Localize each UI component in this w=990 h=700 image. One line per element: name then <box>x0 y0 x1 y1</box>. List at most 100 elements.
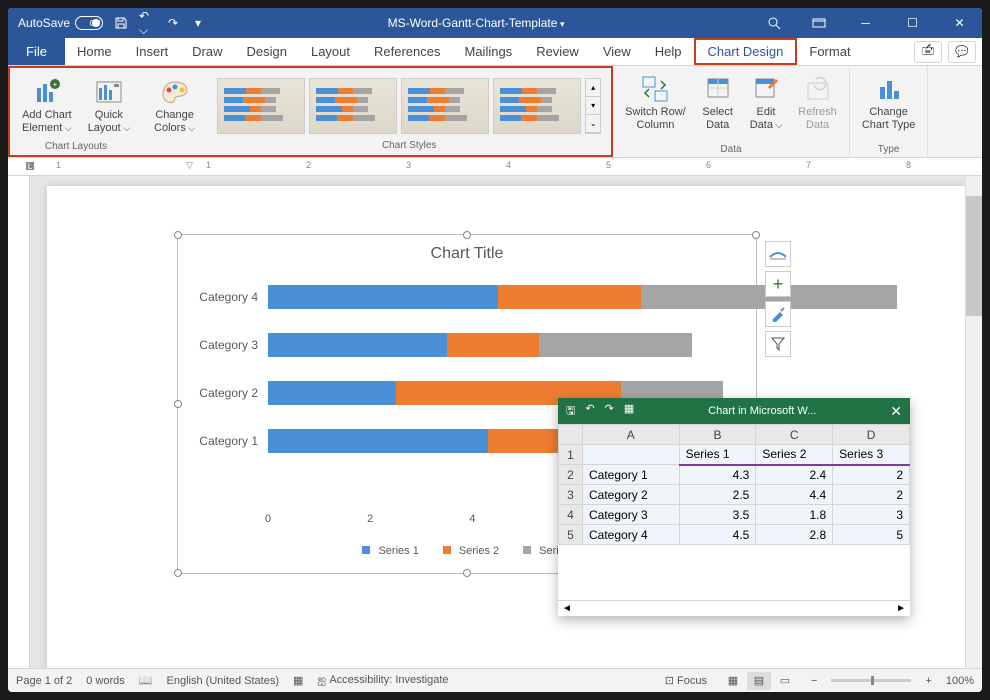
tab-layout[interactable]: Layout <box>299 38 362 65</box>
change-chart-type-button[interactable]: Change Chart Type <box>856 70 922 136</box>
cell[interactable]: 2 <box>833 485 910 505</box>
row-header[interactable]: 3 <box>559 485 583 505</box>
close-icon[interactable]: ✕ <box>937 8 982 38</box>
document-title[interactable]: MS-Word-Gantt-Chart-Template <box>388 16 565 30</box>
chart-filters-icon[interactable] <box>765 331 791 357</box>
minimize-icon[interactable]: ─ <box>843 8 888 38</box>
read-mode-icon[interactable]: ▦ <box>721 672 745 690</box>
chart-styles-gallery[interactable]: ▴▾⌄ <box>213 74 605 138</box>
layout-options-icon[interactable] <box>765 241 791 267</box>
cell[interactable]: 2.5 <box>679 485 756 505</box>
resize-handle[interactable] <box>463 569 471 577</box>
excel-redo-icon[interactable]: ↷ <box>605 402 614 421</box>
style-thumb[interactable] <box>309 78 397 134</box>
resize-handle[interactable] <box>174 231 182 239</box>
resize-handle[interactable] <box>752 231 760 239</box>
bar-row[interactable]: Category 4 <box>268 273 726 321</box>
legend-item[interactable]: Series 2 <box>435 545 499 557</box>
excel-close-icon[interactable]: ✕ <box>890 403 902 420</box>
excel-grid-icon[interactable]: ▦ <box>624 402 634 421</box>
print-layout-icon[interactable]: ▤ <box>747 672 771 690</box>
bar-segment[interactable] <box>447 333 539 357</box>
bar-row[interactable]: Category 3 <box>268 321 726 369</box>
autosave-toggle[interactable]: AutoSave Off <box>18 16 103 30</box>
chart-styles-icon[interactable] <box>765 301 791 327</box>
gallery-nav[interactable]: ▴▾⌄ <box>585 78 601 134</box>
bar-segment[interactable] <box>268 285 498 309</box>
style-thumb[interactable] <box>493 78 581 134</box>
bar-segment[interactable] <box>268 333 447 357</box>
maximize-icon[interactable]: ☐ <box>890 8 935 38</box>
tab-design[interactable]: Design <box>235 38 299 65</box>
tab-format[interactable]: Format <box>797 38 862 65</box>
edit-data-button[interactable]: Edit Data <box>744 70 789 136</box>
tab-references[interactable]: References <box>362 38 452 65</box>
cell[interactable]: 4.3 <box>679 465 756 485</box>
tab-well[interactable]: L <box>26 162 34 170</box>
bar-segment[interactable] <box>539 333 692 357</box>
cell[interactable]: 3.5 <box>679 505 756 525</box>
resize-handle[interactable] <box>463 231 471 239</box>
tab-home[interactable]: Home <box>65 38 124 65</box>
change-colors-button[interactable]: Change Colors <box>148 74 201 140</box>
zoom-level[interactable]: 100% <box>946 675 974 687</box>
cell[interactable]: 1.8 <box>756 505 833 525</box>
cell[interactable] <box>583 445 680 465</box>
switch-row-column-button[interactable]: Switch Row/ Column <box>619 70 692 136</box>
corner-cell[interactable] <box>559 425 583 445</box>
legend-item[interactable]: Series 1 <box>354 545 418 557</box>
language-indicator[interactable]: English (United States) <box>167 675 280 687</box>
redo-icon[interactable]: ↷ <box>165 15 181 31</box>
add-chart-element-button[interactable]: + Add Chart Element <box>16 73 78 139</box>
tab-chart-design[interactable]: Chart Design <box>694 38 798 65</box>
row-header[interactable]: 4 <box>559 505 583 525</box>
cell[interactable]: 4.5 <box>679 525 756 545</box>
tab-mailings[interactable]: Mailings <box>453 38 525 65</box>
cell[interactable]: Series 1 <box>679 445 756 465</box>
search-icon[interactable] <box>751 8 796 38</box>
cell[interactable]: Series 3 <box>833 445 910 465</box>
quick-layout-button[interactable]: Quick Layout <box>82 73 136 139</box>
cell[interactable]: Category 3 <box>583 505 680 525</box>
zoom-slider[interactable] <box>831 679 911 682</box>
col-header[interactable]: D <box>833 425 910 445</box>
comments-icon[interactable]: 💬 <box>948 41 976 63</box>
bar-segment[interactable] <box>268 429 488 453</box>
excel-data-window[interactable]: 🖫 ↶ ↷ ▦ Chart in Microsoft W... ✕ ABCD1S… <box>558 398 910 616</box>
row-header[interactable]: 2 <box>559 465 583 485</box>
word-count[interactable]: 0 words <box>86 675 125 687</box>
excel-title-bar[interactable]: 🖫 ↶ ↷ ▦ Chart in Microsoft W... ✕ <box>558 398 910 424</box>
cell[interactable]: 2 <box>833 465 910 485</box>
chart-elements-icon[interactable]: + <box>765 271 791 297</box>
cell[interactable]: Category 4 <box>583 525 680 545</box>
cell[interactable]: Series 2 <box>756 445 833 465</box>
excel-undo-icon[interactable]: ↶ <box>585 402 594 421</box>
ribbon-display-icon[interactable] <box>796 8 841 38</box>
focus-mode-button[interactable]: ⊡ Focus <box>665 674 707 687</box>
cell[interactable]: Category 2 <box>583 485 680 505</box>
tab-file[interactable]: File <box>8 38 65 65</box>
tab-draw[interactable]: Draw <box>180 38 234 65</box>
tab-review[interactable]: Review <box>524 38 591 65</box>
col-header[interactable]: A <box>583 425 680 445</box>
tab-view[interactable]: View <box>591 38 643 65</box>
undo-icon[interactable]: ↶ ⌵ <box>139 15 155 31</box>
chart-title[interactable]: Chart Title <box>178 235 756 273</box>
cell[interactable]: 2.4 <box>756 465 833 485</box>
select-data-button[interactable]: Select Data <box>696 70 740 136</box>
tab-help[interactable]: Help <box>643 38 694 65</box>
cell[interactable]: 3 <box>833 505 910 525</box>
row-header[interactable]: 5 <box>559 525 583 545</box>
cell[interactable]: 2.8 <box>756 525 833 545</box>
excel-save-icon[interactable]: 🖫 <box>566 402 575 421</box>
row-header[interactable]: 1 <box>559 445 583 465</box>
tab-insert[interactable]: Insert <box>124 38 181 65</box>
zoom-in-button[interactable]: + <box>925 675 931 687</box>
share-icon[interactable]: 🖆 <box>914 41 942 63</box>
col-header[interactable]: C <box>756 425 833 445</box>
cell[interactable]: 5 <box>833 525 910 545</box>
excel-scrollbar[interactable]: ◄► <box>558 600 910 616</box>
cell[interactable]: 4.4 <box>756 485 833 505</box>
bar-segment[interactable] <box>498 285 641 309</box>
style-thumb[interactable] <box>401 78 489 134</box>
